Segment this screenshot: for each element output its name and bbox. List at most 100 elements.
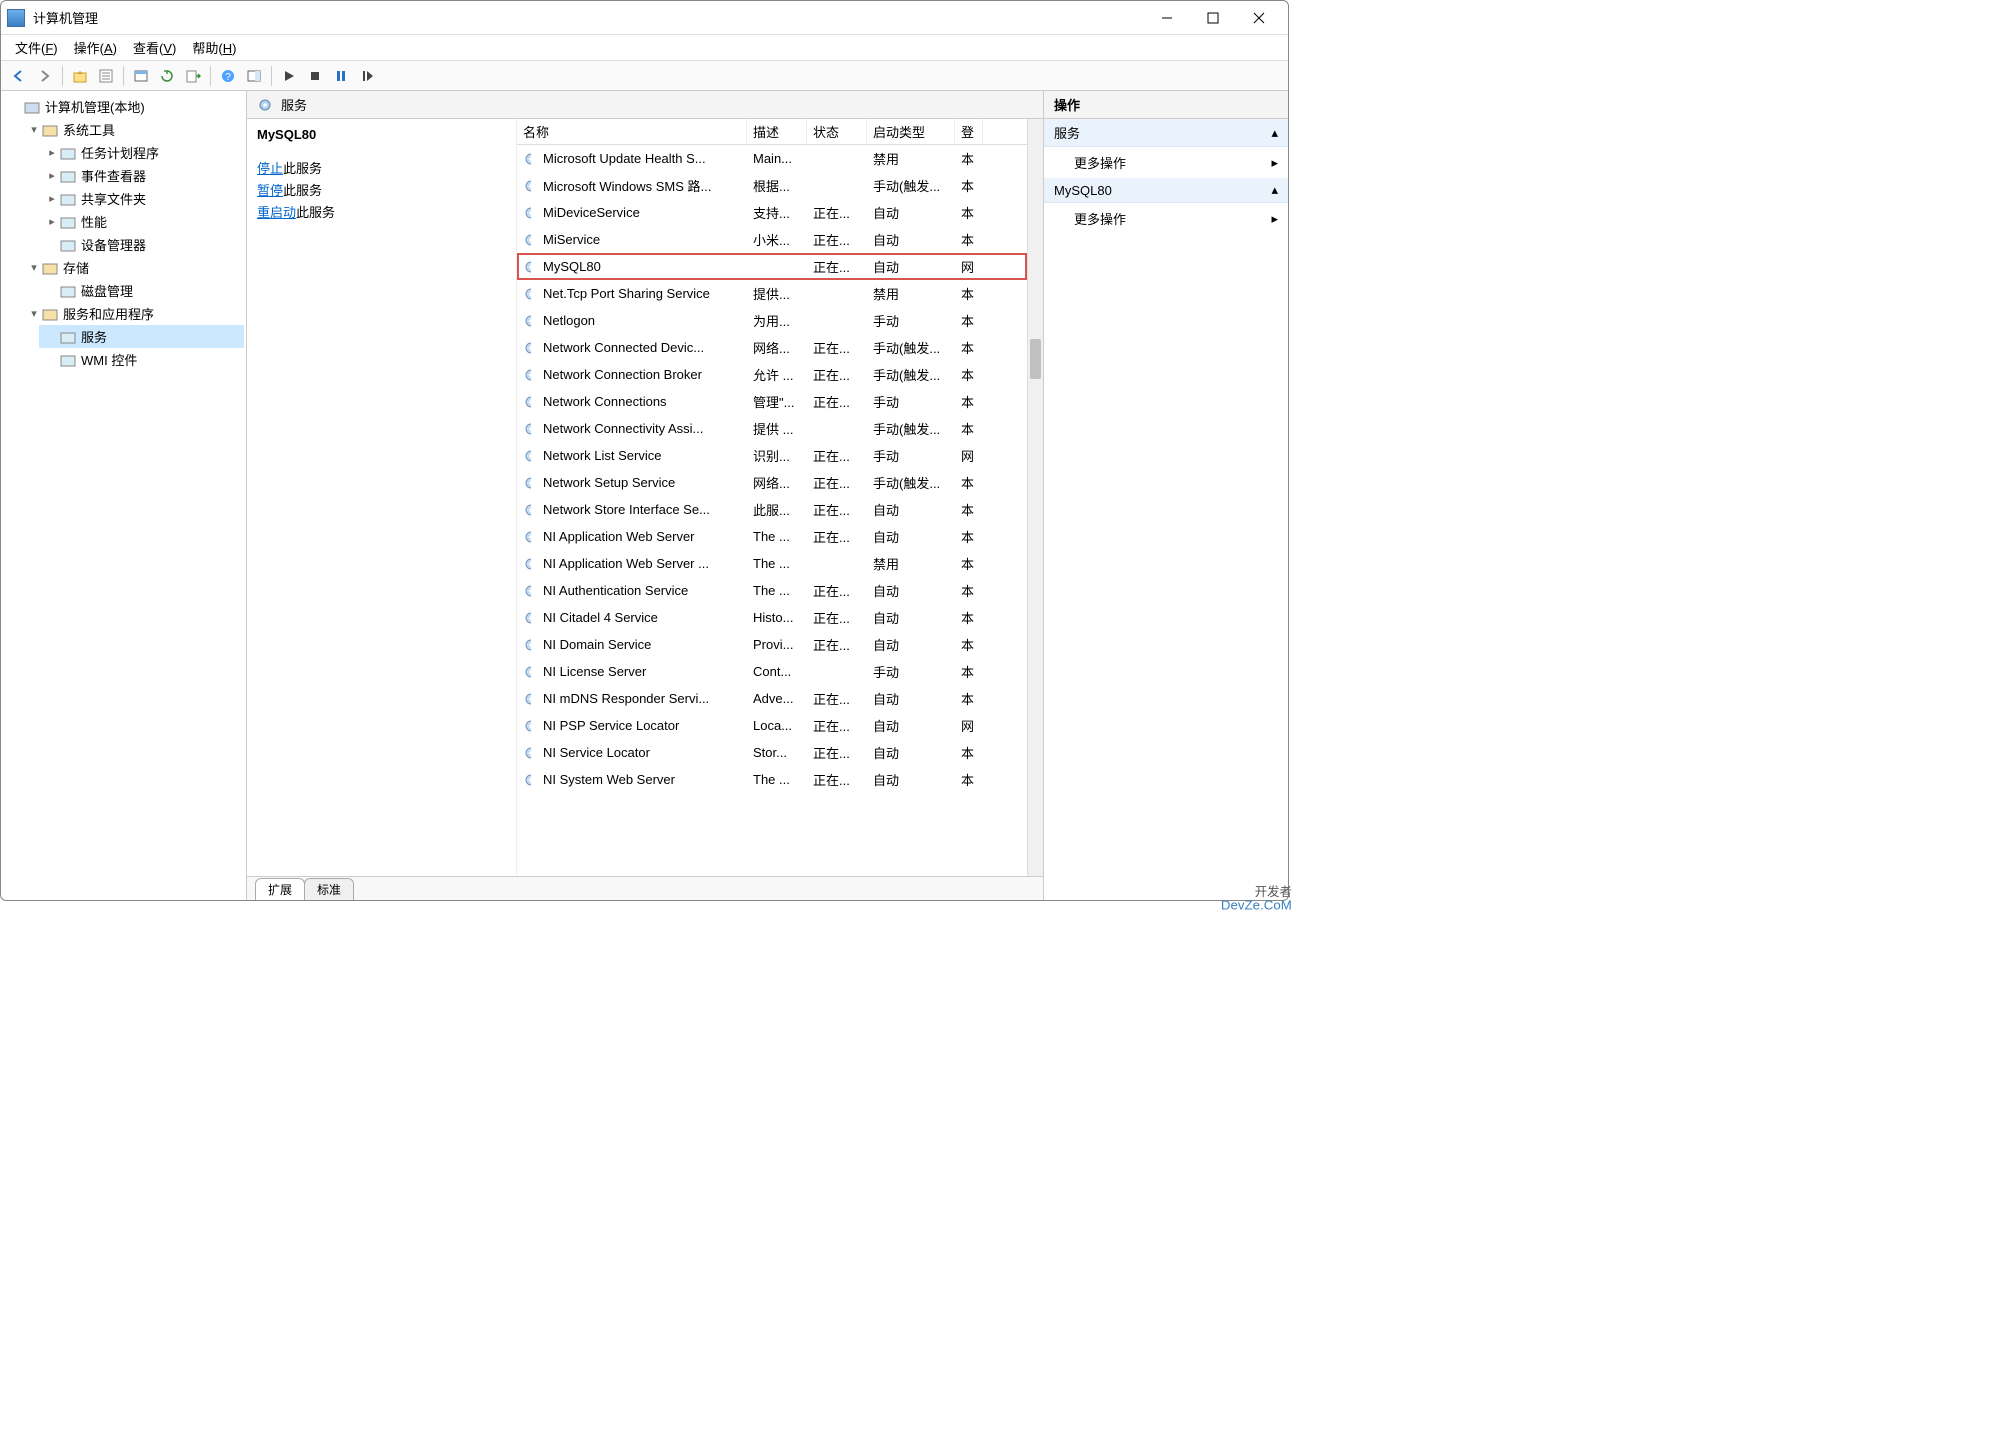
expand-toggle[interactable]: ▾ [27,307,41,320]
col-startup[interactable]: 启动类型 [867,119,955,144]
service-row[interactable]: Network List Service识别...正在...手动网 [517,442,1027,469]
tree-item[interactable]: ▸共享文件夹 [39,187,244,210]
menu-f[interactable]: 文件(F) [7,35,66,60]
minimize-button[interactable] [1144,3,1190,33]
service-row[interactable]: NI PSP Service LocatorLoca...正在...自动网 [517,712,1027,739]
restart-service-button[interactable] [355,64,379,88]
service-row[interactable]: NI Citadel 4 ServiceHisto...正在...自动本 [517,604,1027,631]
service-gear-icon [523,745,531,761]
pause-service-button[interactable] [329,64,353,88]
tab-extended[interactable]: 扩展 [255,878,305,900]
service-status: 正在... [807,392,867,411]
action-section-header[interactable]: 服务▴ [1044,119,1288,147]
service-row[interactable]: NI mDNS Responder Servi...Adve...正在...自动… [517,685,1027,712]
start-service-button[interactable] [277,64,301,88]
service-desc: Main... [747,151,807,166]
service-startup: 手动(触发... [867,338,955,357]
col-name[interactable]: 名称 [517,119,747,144]
show-hide-action-pane-button[interactable] [242,64,266,88]
service-status: 正在... [807,770,867,789]
service-row[interactable]: Network Connectivity Assi...提供 ...手动(触发.… [517,415,1027,442]
service-gear-icon [523,232,531,248]
service-startup: 手动 [867,392,955,411]
service-row[interactable]: NI Authentication ServiceThe ...正在...自动本 [517,577,1027,604]
service-startup: 禁用 [867,149,955,168]
app-icon [7,9,25,27]
tree-item[interactable]: ▸事件查看器 [39,164,244,187]
service-row[interactable]: MySQL80正在...自动网 [517,253,1027,280]
tree-item[interactable]: ▸任务计划程序 [39,141,244,164]
service-gear-icon [523,340,531,356]
service-row[interactable]: MiService小米...正在...自动本 [517,226,1027,253]
back-button[interactable] [7,64,31,88]
expand-toggle[interactable]: ▾ [27,261,41,274]
tree-item[interactable]: 设备管理器 [39,233,244,256]
maximize-button[interactable] [1190,3,1236,33]
action-item[interactable]: 更多操作▸ [1044,147,1288,178]
service-row[interactable]: Net.Tcp Port Sharing Service提供...禁用本 [517,280,1027,307]
submenu-arrow-icon: ▸ [1271,155,1278,171]
selected-service-name: MySQL80 [257,127,506,142]
up-level-button[interactable] [68,64,92,88]
service-row[interactable]: NI Application Web ServerThe ...正在...自动本 [517,523,1027,550]
service-row[interactable]: Network Connections管理"...正在...手动本 [517,388,1027,415]
forward-button[interactable] [33,64,57,88]
menu-h[interactable]: 帮助(H) [184,35,244,60]
service-row[interactable]: Network Connection Broker允许 ...正在...手动(触… [517,361,1027,388]
tree-item[interactable]: 磁盘管理 [39,279,244,302]
tree-group[interactable]: ▾服务和应用程序 [21,302,244,325]
actions-pane: 操作 服务▴更多操作▸MySQL80▴更多操作▸ [1044,91,1288,900]
action-item[interactable]: 更多操作▸ [1044,203,1288,234]
service-logon: 本 [955,770,975,789]
stop-link[interactable]: 停止 [257,161,283,176]
action-section-header[interactable]: MySQL80▴ [1044,178,1288,203]
service-gear-icon [523,637,531,653]
col-logon[interactable]: 登 [955,119,983,144]
tree-item[interactable]: WMI 控件 [39,348,244,371]
menu-a[interactable]: 操作(A) [66,35,125,60]
service-row[interactable]: Netlogon为用...手动本 [517,307,1027,334]
service-row[interactable]: NI Application Web Server ...The ...禁用本 [517,550,1027,577]
close-button[interactable] [1236,3,1282,33]
services-list-header[interactable]: 名称 描述 状态 启动类型 登 [517,119,1027,145]
service-row[interactable]: NI System Web ServerThe ...正在...自动本 [517,766,1027,793]
restart-link[interactable]: 重启动 [257,205,296,220]
help-button[interactable]: ? [216,64,240,88]
service-status: 正在... [807,446,867,465]
service-startup: 手动(触发... [867,176,955,195]
service-row[interactable]: NI License ServerCont...手动本 [517,658,1027,685]
new-window-button[interactable] [129,64,153,88]
tree-item[interactable]: ▸性能 [39,210,244,233]
export-list-button[interactable] [181,64,205,88]
service-row[interactable]: Network Setup Service网络...正在...手动(触发...本 [517,469,1027,496]
col-desc[interactable]: 描述 [747,119,807,144]
service-row[interactable]: MiDeviceService支持...正在...自动本 [517,199,1027,226]
service-row[interactable]: NI Service LocatorStor...正在...自动本 [517,739,1027,766]
service-logon: 本 [955,554,975,573]
vertical-scrollbar[interactable] [1027,119,1043,876]
service-desc: The ... [747,772,807,787]
service-row[interactable]: Network Store Interface Se...此服...正在...自… [517,496,1027,523]
properties-button[interactable] [94,64,118,88]
pause-link[interactable]: 暂停 [257,183,283,198]
scrollbar-thumb[interactable] [1030,339,1041,379]
tree-group[interactable]: ▾系统工具 [21,118,244,141]
menu-v[interactable]: 查看(V) [125,35,184,60]
tab-standard[interactable]: 标准 [304,878,354,900]
tree-root[interactable]: 计算机管理(本地) [3,95,244,118]
service-startup: 自动 [867,716,955,735]
stop-service-button[interactable] [303,64,327,88]
service-row[interactable]: NI Domain ServiceProvi...正在...自动本 [517,631,1027,658]
service-row[interactable]: Microsoft Update Health S...Main...禁用本 [517,145,1027,172]
tree-group[interactable]: ▾存储 [21,256,244,279]
refresh-button[interactable] [155,64,179,88]
expand-toggle[interactable]: ▾ [27,123,41,136]
service-desc: 识别... [747,446,807,465]
service-row[interactable]: Network Connected Devic...网络...正在...手动(触… [517,334,1027,361]
service-row[interactable]: Microsoft Windows SMS 路...根据...手动(触发...本 [517,172,1027,199]
tree-item[interactable]: 服务 [39,325,244,348]
col-status[interactable]: 状态 [807,119,867,144]
services-list[interactable]: Microsoft Update Health S...Main...禁用本Mi… [517,145,1027,793]
watermark: 开发者 DevZe.CoM [1221,886,1292,912]
tree-pane[interactable]: 计算机管理(本地)▾系统工具▸任务计划程序▸事件查看器▸共享文件夹▸性能设备管理… [1,91,247,900]
